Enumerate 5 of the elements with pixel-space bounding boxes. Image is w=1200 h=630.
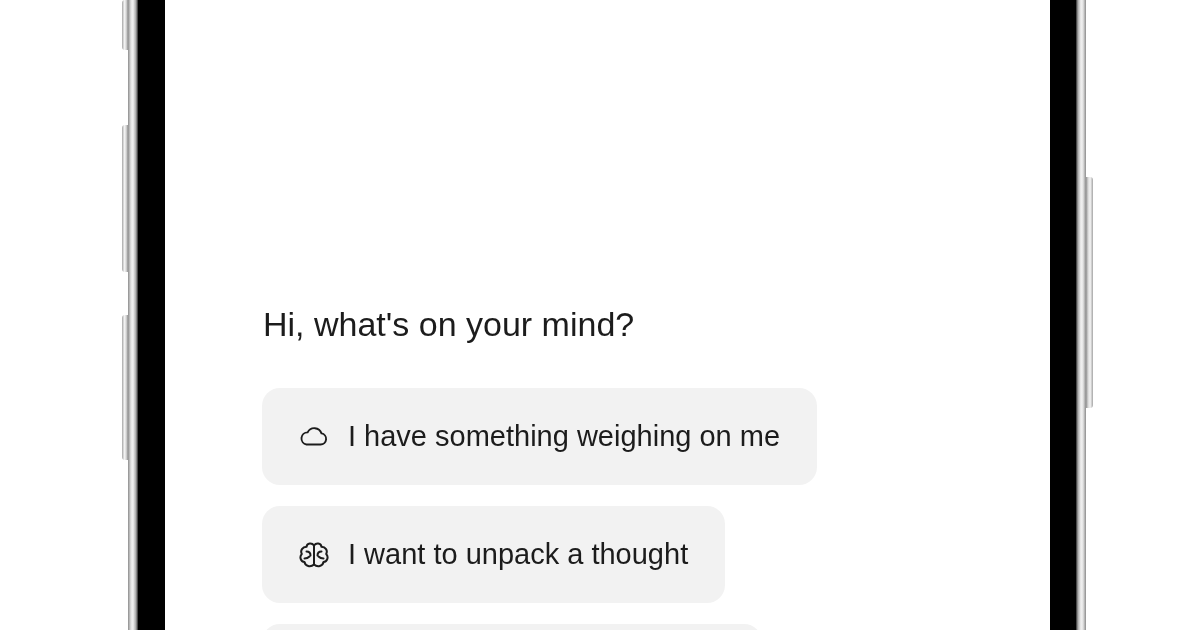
suggestion-chip[interactable]: I want to unpack a thought <box>262 506 726 603</box>
side-ridge <box>122 0 128 50</box>
brain-icon <box>299 541 329 568</box>
suggestion-chip[interactable]: I have something weighing on me <box>262 388 818 485</box>
greeting-text: Hi, what's on your mind? <box>263 304 636 344</box>
